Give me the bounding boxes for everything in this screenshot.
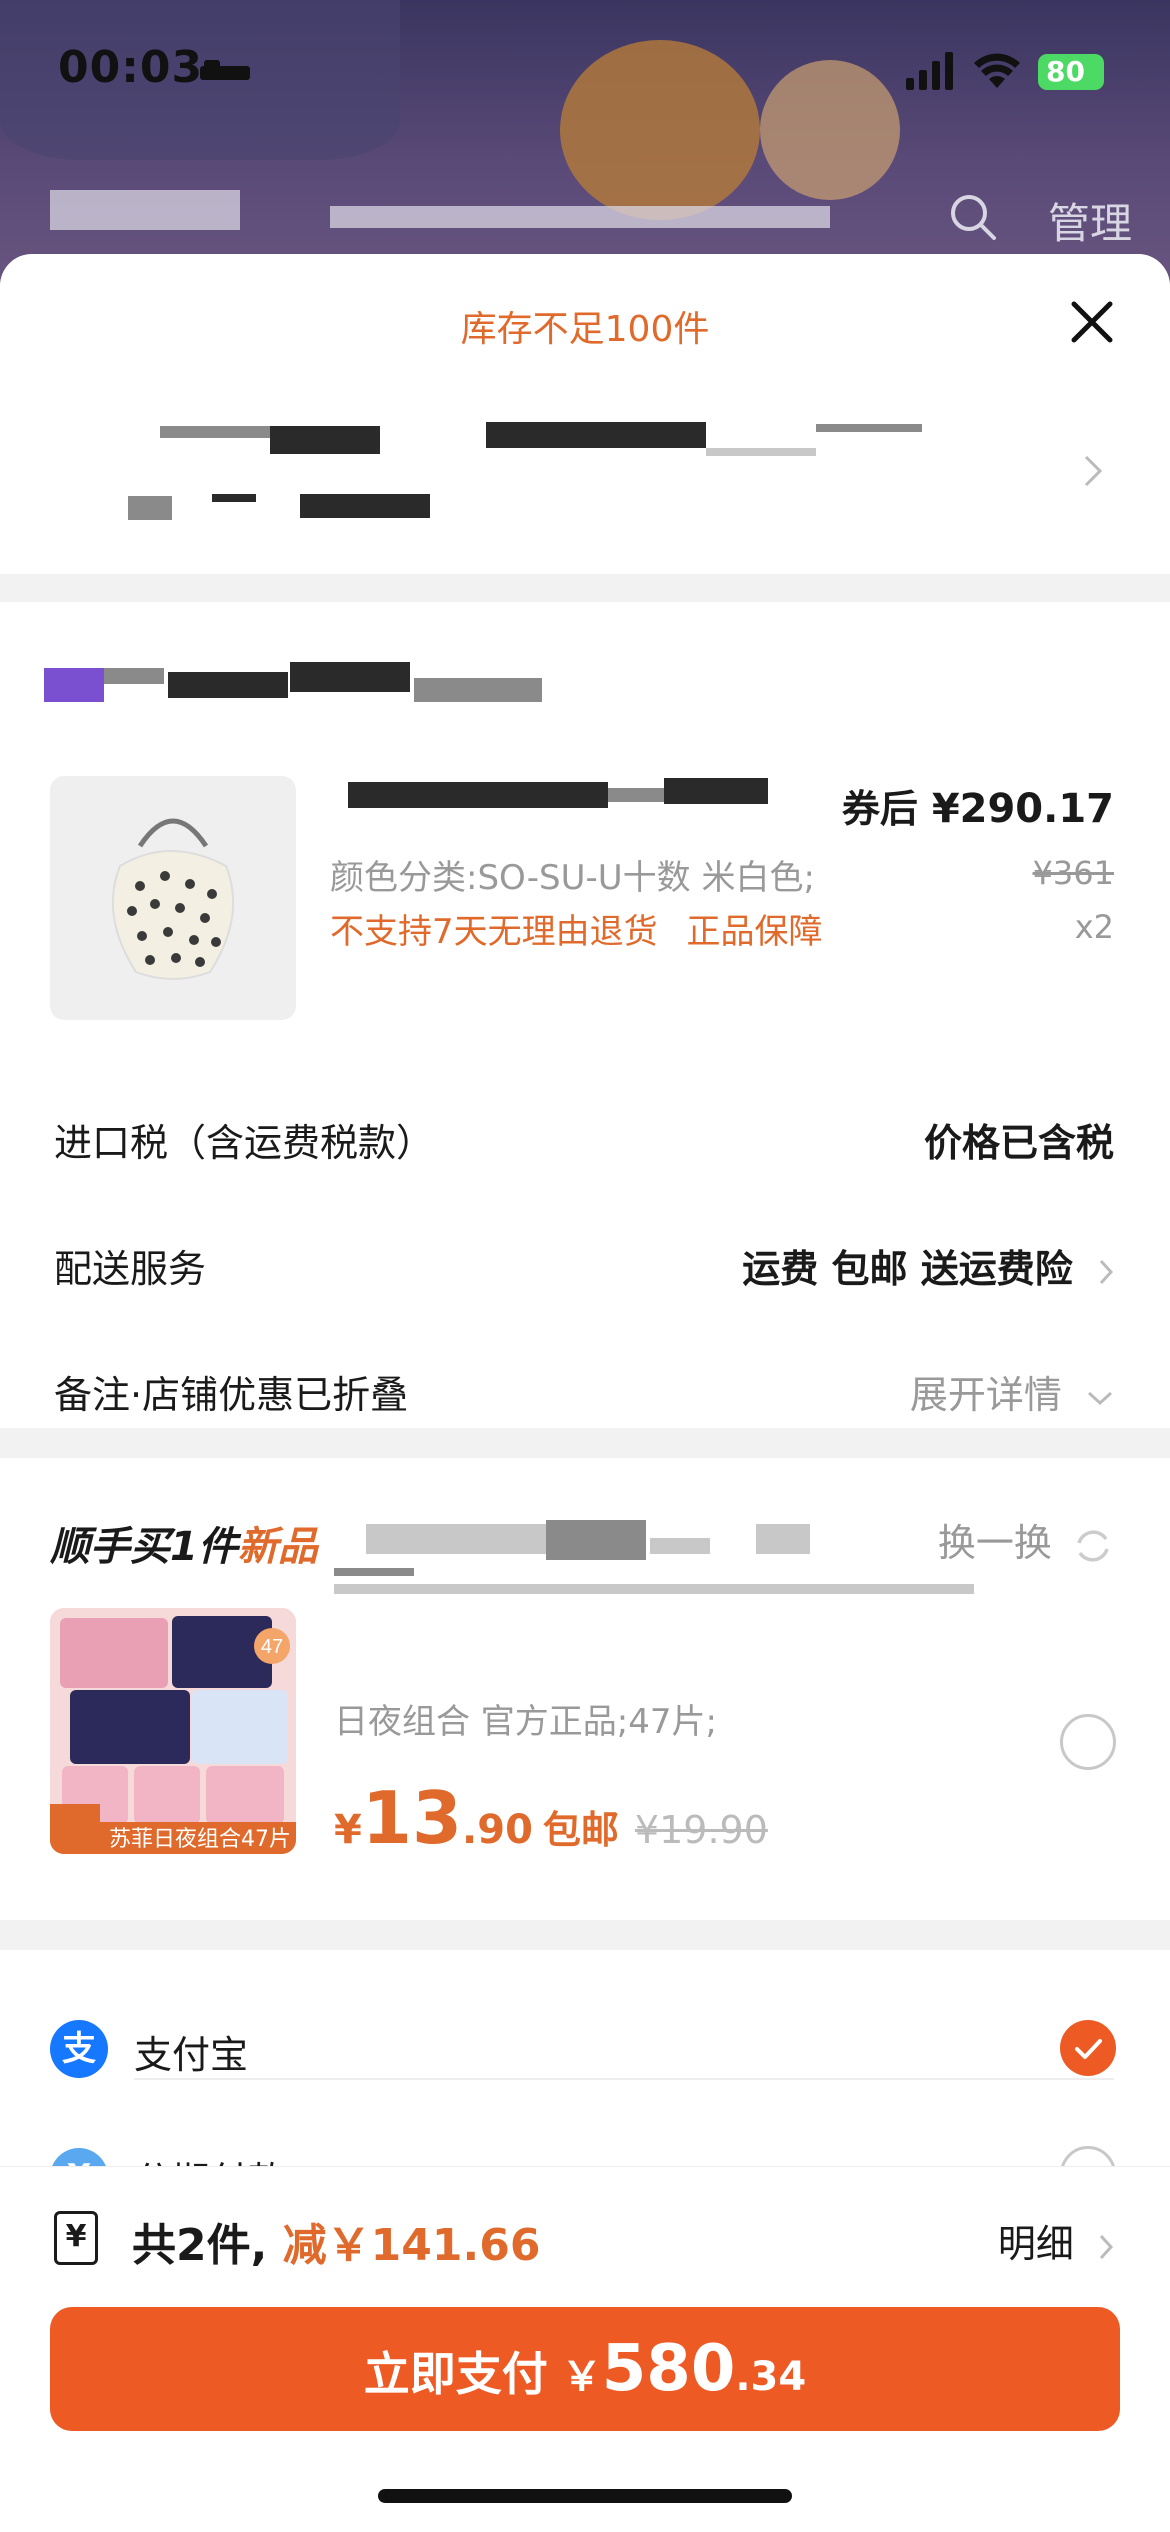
price-after-coupon: 券后 ¥290.17: [842, 778, 1114, 833]
upsell-title-new: 新品: [237, 1524, 318, 1570]
chevron-right-icon: [1099, 2234, 1114, 2259]
redacted-text: [334, 1568, 414, 1576]
wifi-icon: [974, 53, 1020, 88]
expand-details-button[interactable]: 展开详情: [910, 1364, 1114, 1419]
back-area-redacted[interactable]: [50, 190, 240, 230]
checkmark-icon: [1075, 2039, 1102, 2059]
product-image[interactable]: [50, 776, 296, 1020]
top-nav: 管理: [0, 180, 1170, 260]
pay-amount-integer: 580: [601, 2332, 736, 2406]
tax-label: 进口税（含运费税款）: [54, 1121, 435, 1165]
redacted-text: [168, 672, 288, 698]
pay-now-label: 立即支付: [363, 2347, 548, 2401]
note-label: 备注·店铺优惠已折叠: [54, 1373, 409, 1417]
redacted-text: [664, 778, 768, 804]
pay-now-button[interactable]: 立即支付 ￥580.34: [50, 2307, 1120, 2431]
image-caption: 苏菲日夜组合47片: [109, 1827, 291, 1852]
close-icon[interactable]: [1068, 298, 1116, 346]
status-time: 00:03: [58, 42, 204, 93]
original-price: ¥361: [1032, 854, 1114, 892]
redacted-text: [486, 422, 706, 448]
delivery-value-row[interactable]: 运费 包邮 送运费险: [742, 1238, 1114, 1293]
redacted-text: [546, 1520, 646, 1560]
order-card: 券后 ¥290.17 颜色分类:SO-SU-U十数 米白色; ¥361 不支持7…: [0, 602, 1170, 1428]
product-variant[interactable]: 颜色分类:SO-SU-U十数 米白色;: [330, 850, 815, 899]
chevron-right-icon: [1099, 1259, 1114, 1284]
delivery-value: 运费 包邮 送运费险: [742, 1247, 1073, 1291]
detail-label: 明细: [997, 2222, 1074, 2266]
redacted-text: [104, 668, 164, 684]
upsell-subtitle: 日夜组合 官方正品;47片;: [334, 1702, 717, 1742]
old-price: ¥19.90: [634, 1808, 768, 1852]
redacted-text: [650, 1538, 710, 1554]
redacted-text: [212, 494, 256, 502]
handbag-image: [111, 818, 235, 980]
pay-amount-decimal: .34: [735, 2354, 807, 2400]
pad-package-image: 47 苏菲日夜组合47片: [50, 1608, 296, 1854]
stock-notice: 库存不足100件: [460, 309, 710, 350]
cellular-signal-icon: [906, 52, 953, 90]
refresh-icon: [1077, 1529, 1109, 1562]
price-integer: 13: [361, 1776, 463, 1860]
upsell-card: 顺手买1件新品 换一换 47 苏菲日夜组合47片 日夜组合 官方正品;47片; …: [0, 1458, 1170, 1920]
redacted-text: [270, 426, 380, 454]
home-indicator[interactable]: [378, 2489, 792, 2503]
redacted-text: [348, 782, 608, 808]
redacted-text: [816, 424, 922, 432]
redacted-text: [128, 496, 172, 520]
redacted-text: [706, 448, 816, 456]
redacted-text: [300, 494, 430, 518]
redacted-text: [756, 1524, 810, 1554]
price-detail-link[interactable]: 明细: [998, 2213, 1114, 2268]
payment-label: 支付宝: [134, 2033, 249, 2077]
price-value: ¥290.17: [931, 786, 1114, 832]
battery-level: 80: [1046, 55, 1085, 88]
chevron-right-icon[interactable]: [1082, 454, 1104, 488]
shop-badge: [44, 668, 104, 702]
checked-icon[interactable]: [1060, 2020, 1116, 2076]
expand-details-label: 展开详情: [909, 1373, 1062, 1417]
redacted-text: [366, 1524, 546, 1554]
redacted-text: [334, 1584, 974, 1594]
pay-currency: ￥: [561, 2354, 602, 2400]
alipay-icon: 支: [50, 2020, 108, 2078]
checkout-bottom-bar: ¥ 共2件, 减￥141.66 明细 立即支付 ￥580.34: [0, 2166, 1170, 2532]
upsell-title-prefix: 顺手买1件: [50, 1524, 238, 1570]
discount-amount: 减￥141.66: [282, 2220, 541, 2271]
item-count: 共2件,: [132, 2220, 268, 2271]
redacted-text: [160, 426, 270, 438]
product-notices: 不支持7天无理由退货 正品保障: [330, 904, 822, 953]
coupon-label: 券后: [841, 787, 918, 831]
search-icon[interactable]: [948, 192, 998, 242]
authentic-guarantee: 正品保障: [686, 912, 823, 952]
manage-button[interactable]: 管理: [1048, 190, 1132, 251]
redacted-text: [414, 678, 542, 702]
swap-button[interactable]: 换一换: [938, 1512, 1114, 1567]
upsell-product-image[interactable]: 47 苏菲日夜组合47片: [50, 1608, 296, 1854]
free-shipping-label: 包邮: [542, 1808, 619, 1852]
no-return-notice: 不支持7天无理由退货: [330, 912, 658, 952]
order-summary: 共2件, 减￥141.66: [132, 2209, 540, 2273]
redacted-text: [290, 662, 410, 692]
divider: [134, 2078, 1114, 2080]
battery-indicator: 80: [1038, 54, 1104, 90]
status-bar: 00:03 80: [0, 0, 1170, 140]
stock-address-card: 库存不足100件: [0, 254, 1170, 574]
tax-value: 价格已含税: [923, 1121, 1114, 1165]
delivery-label: 配送服务: [54, 1247, 207, 1291]
upsell-title: 顺手买1件新品: [50, 1514, 318, 1572]
chevron-down-icon: [1087, 1391, 1113, 1405]
image-badge: 47: [261, 1636, 283, 1658]
price-decimal: .90: [462, 1807, 533, 1853]
sleep-focus-icon: [200, 60, 250, 80]
upsell-select-radio[interactable]: [1060, 1714, 1116, 1770]
receipt-icon: ¥: [54, 2211, 98, 2265]
swap-label: 换一换: [937, 1521, 1052, 1565]
product-quantity: x2: [1074, 908, 1114, 946]
price-currency: ¥: [334, 1807, 362, 1853]
upsell-price: ¥13.90 包邮 ¥19.90: [334, 1776, 768, 1860]
shop-name-redacted: [330, 206, 830, 228]
